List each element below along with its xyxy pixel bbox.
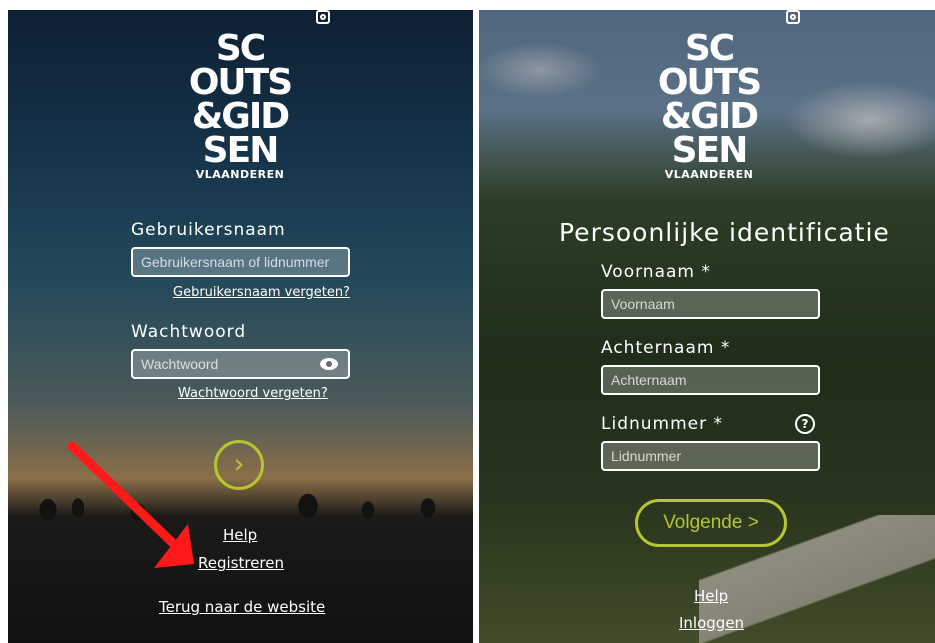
instagram-icon[interactable] [786, 10, 800, 24]
firstname-label: Voornaam * [601, 262, 711, 282]
logo-line: SC [684, 28, 735, 69]
login-link[interactable]: Inloggen [679, 614, 744, 632]
logo-line: VLAANDEREN [664, 168, 754, 181]
registration-panel: SC OUTS &GID SEN VLAANDEREN Persoonlijke… [479, 10, 935, 643]
scouts-logo: SC OUTS &GID SEN VLAANDEREN [654, 28, 764, 182]
page-title: Persoonlijke identificatie [559, 218, 890, 247]
logo-line: VLAANDEREN [195, 168, 285, 181]
show-password-icon[interactable] [320, 358, 338, 370]
password-label: Wachtwoord [131, 322, 247, 342]
annotation-arrow-icon [67, 441, 194, 568]
username-input[interactable]: Gebruikersnaam of lidnummer [131, 247, 350, 277]
lastname-label: Achternaam * [601, 338, 731, 358]
scouts-logo: SC OUTS &GID SEN VLAANDEREN [185, 28, 295, 182]
member-number-placeholder: Lidnummer [611, 448, 682, 464]
help-link[interactable]: Help [694, 587, 728, 605]
back-to-website-link[interactable]: Terug naar de website [159, 598, 325, 616]
next-button[interactable]: Volgende > [635, 499, 787, 547]
member-number-input[interactable]: Lidnummer [601, 441, 820, 471]
help-link[interactable]: Help [223, 526, 257, 544]
logo-line: SEN [202, 130, 280, 171]
login-panel: SC OUTS &GID SEN VLAANDEREN Gebruikersna… [8, 10, 473, 643]
username-label: Gebruikersnaam [131, 220, 286, 240]
member-number-label: Lidnummer * [601, 414, 724, 434]
forgot-username-link[interactable]: Gebruikersnaam vergeten? [173, 285, 350, 300]
firstname-input[interactable]: Voornaam [601, 289, 820, 319]
logo-line: &GID [660, 96, 759, 137]
lastname-placeholder: Achternaam [611, 372, 687, 388]
logo-line: OUTS [657, 62, 762, 103]
password-input[interactable]: Wachtwoord [131, 349, 350, 379]
member-number-help-icon[interactable]: ? [795, 414, 815, 434]
instagram-icon[interactable] [316, 10, 330, 24]
username-placeholder: Gebruikersnaam of lidnummer [141, 254, 330, 270]
lastname-input[interactable]: Achternaam [601, 365, 820, 395]
forgot-password-link[interactable]: Wachtwoord vergeten? [178, 386, 328, 401]
logo-line: &GID [191, 96, 290, 137]
logo-line: SEN [671, 130, 749, 171]
logo-line: SC [215, 28, 266, 69]
password-placeholder: Wachtwoord [141, 356, 219, 372]
firstname-placeholder: Voornaam [611, 296, 675, 312]
next-button[interactable]: › [214, 440, 264, 490]
logo-line: OUTS [188, 62, 293, 103]
